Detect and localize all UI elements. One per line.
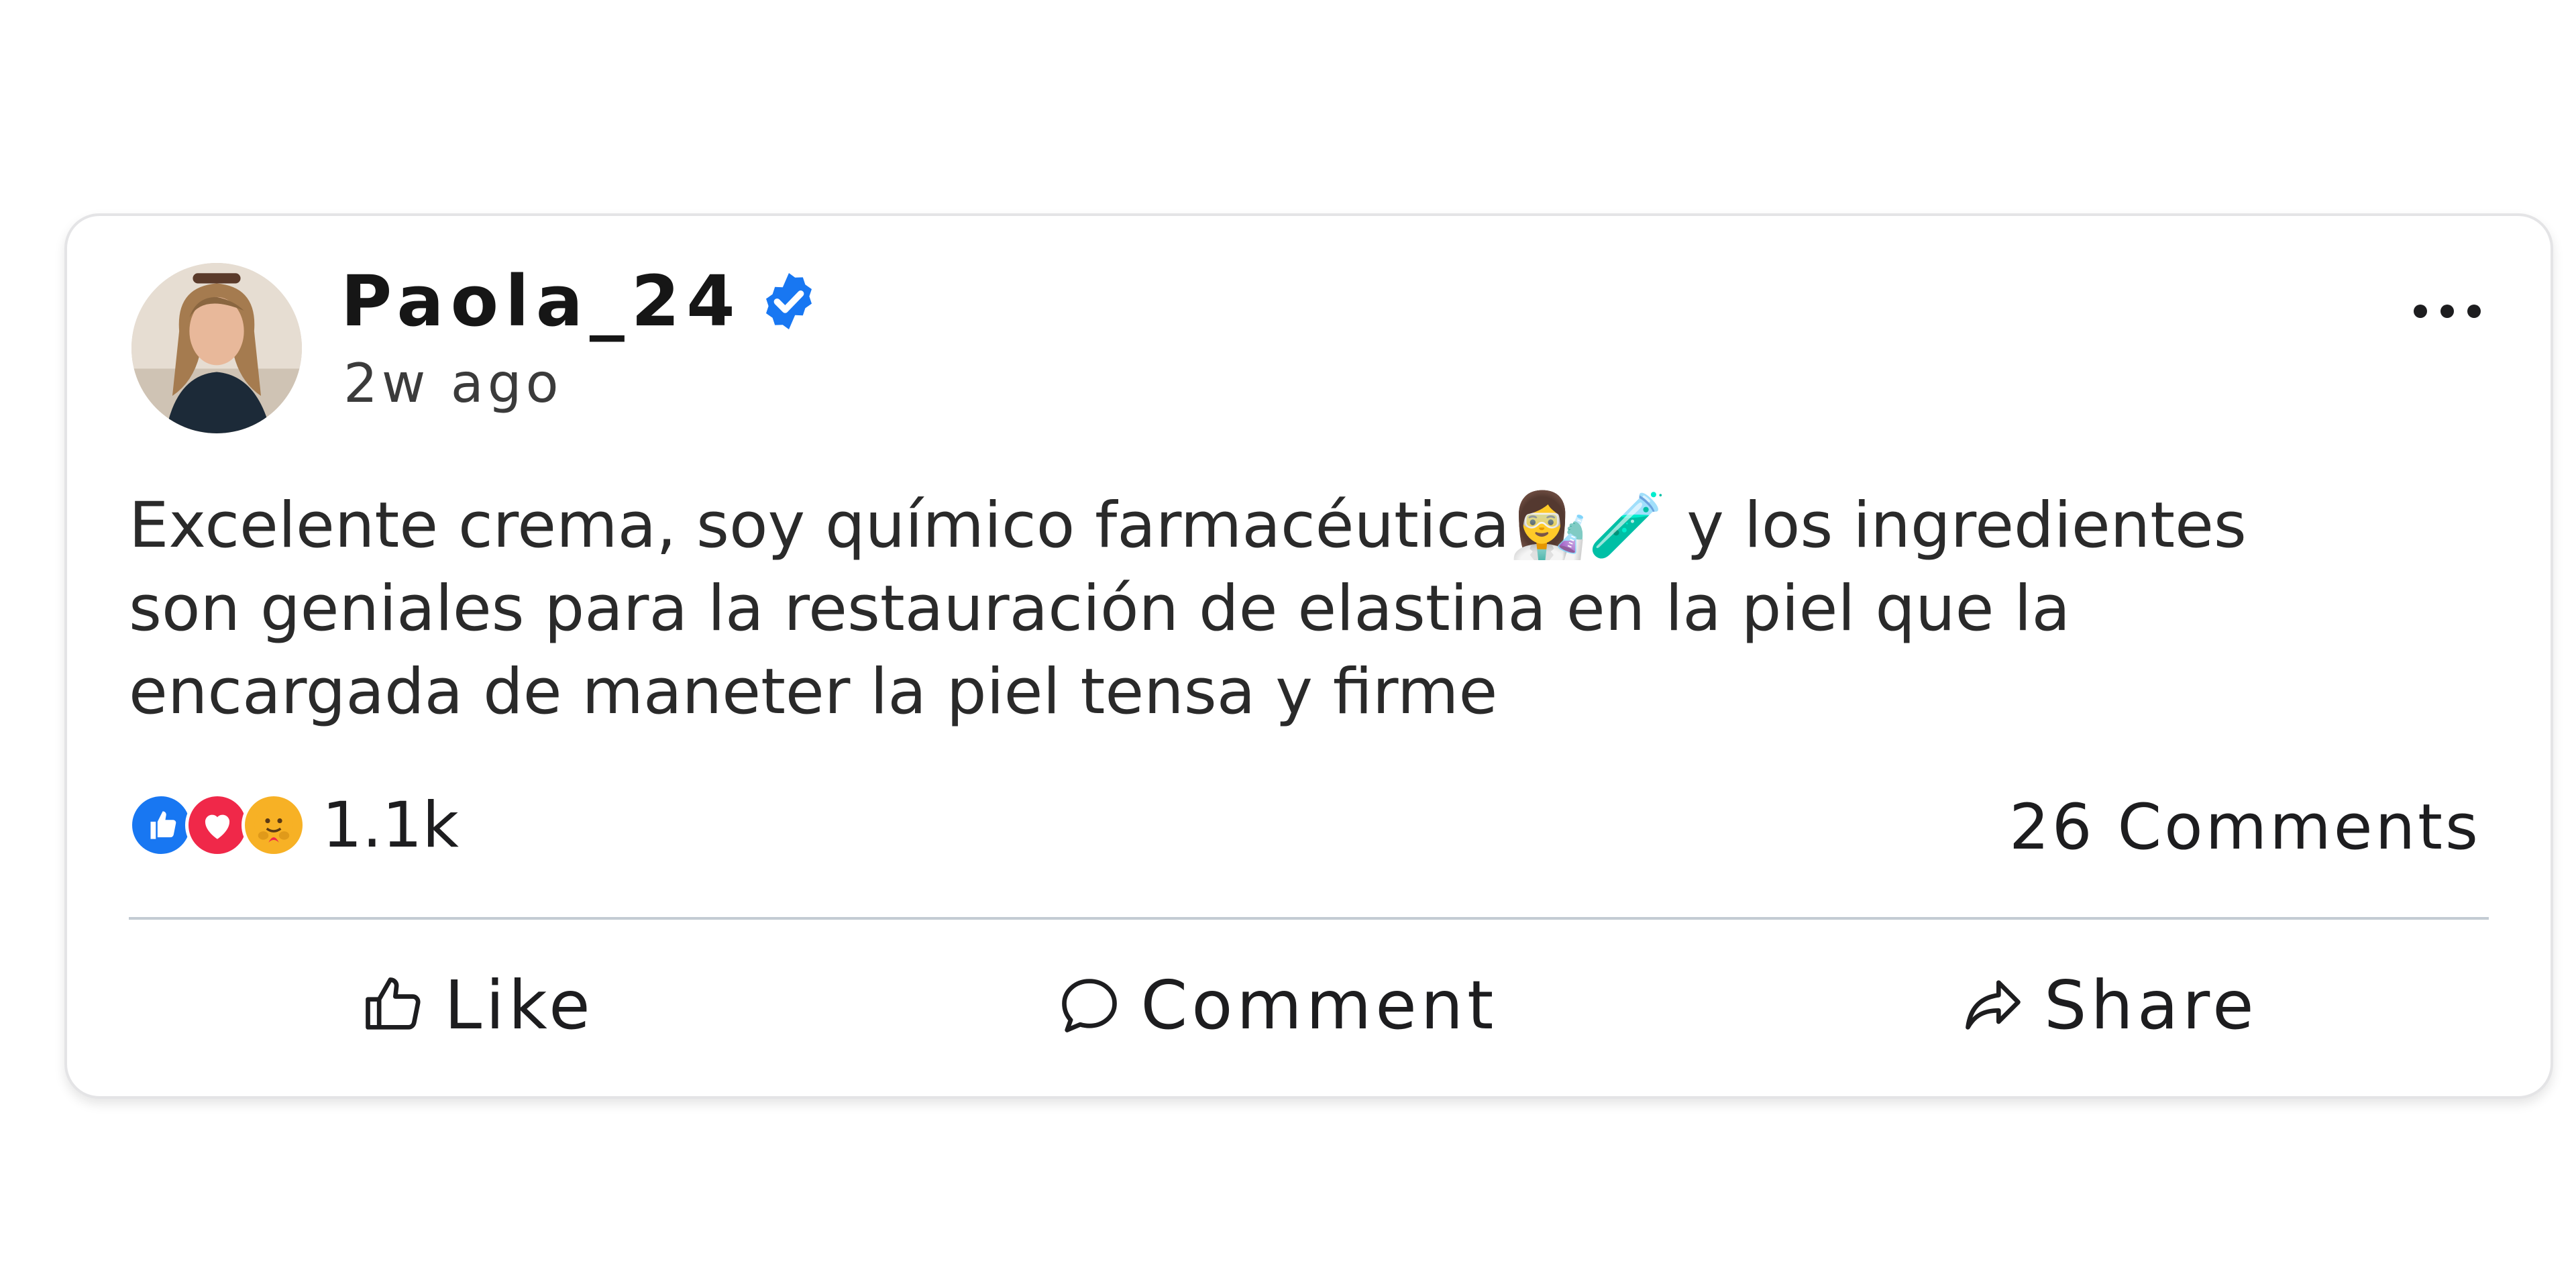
comment-label: Comment xyxy=(1140,965,1498,1044)
more-dot xyxy=(2467,305,2481,318)
author-name[interactable]: Paola_24 xyxy=(341,266,742,336)
speech-bubble-icon xyxy=(1062,979,1118,1032)
post-timestamp[interactable]: 2w ago xyxy=(343,357,563,411)
like-label: Like xyxy=(444,965,594,1044)
post-card: Paola_24 2w ago Excelente crema, soy quí… xyxy=(64,213,2553,1099)
more-dot xyxy=(2414,305,2427,318)
like-reaction-icon xyxy=(129,793,193,857)
more-options-icon[interactable] xyxy=(2414,291,2481,331)
verified-badge-icon xyxy=(765,273,812,329)
more-dot xyxy=(2440,305,2454,318)
post-actions: Like Comment Share xyxy=(129,945,2489,1065)
comment-button[interactable]: Comment xyxy=(1042,958,1511,1052)
avatar-photo xyxy=(131,263,302,433)
share-button[interactable]: Share xyxy=(1946,958,2271,1052)
author-row: Paola_24 xyxy=(341,258,821,345)
comments-count-link[interactable]: 26 Comments xyxy=(2009,788,2481,868)
love-reaction-icon xyxy=(185,793,250,857)
share-label: Share xyxy=(2044,965,2258,1044)
avatar[interactable] xyxy=(131,263,302,433)
divider xyxy=(129,917,2489,920)
reaction-count: 1.1k xyxy=(322,788,459,862)
share-arrow-icon xyxy=(1966,980,2021,1030)
thumbs-up-icon xyxy=(366,977,421,1030)
like-button[interactable]: Like xyxy=(346,958,607,1052)
reaction-icons xyxy=(129,793,306,857)
care-reaction-icon xyxy=(241,793,306,857)
post-text: Excelente crema, soy químico farmacéutic… xyxy=(129,489,2247,729)
reactions-summary[interactable]: 1.1k xyxy=(129,785,459,865)
